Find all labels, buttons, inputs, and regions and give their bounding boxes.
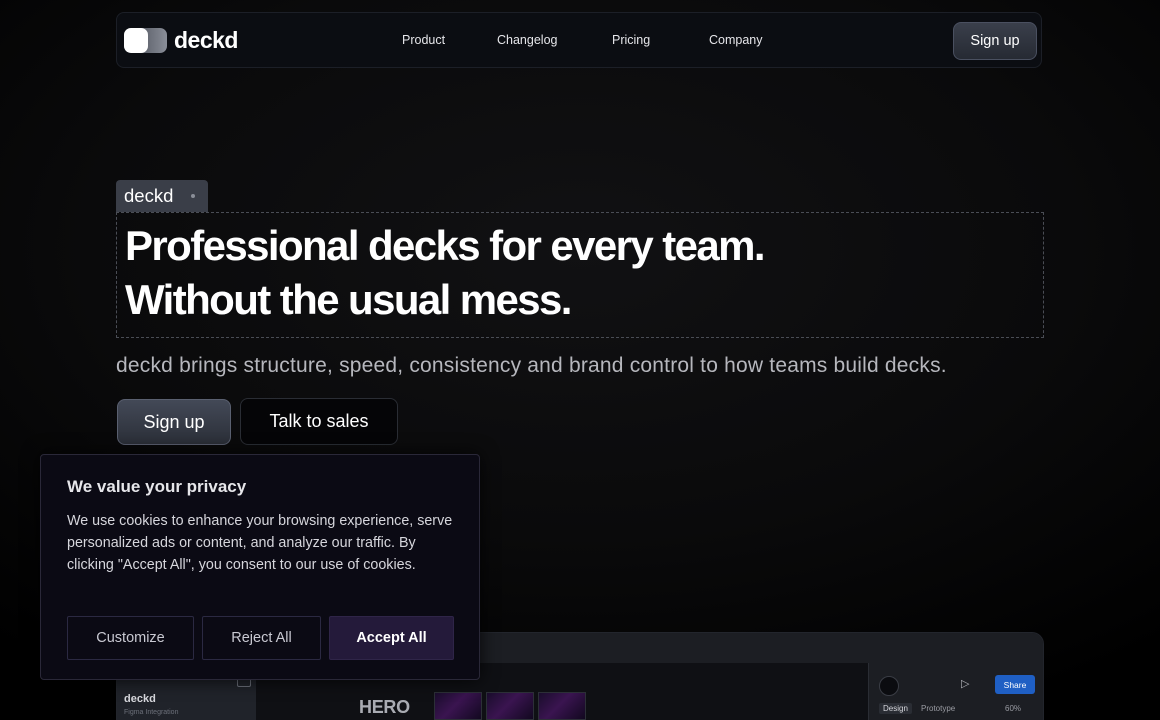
hero-subhead: deckd brings structure, speed, consisten… xyxy=(116,354,947,377)
preview-hero-label: HERO xyxy=(359,697,410,717)
talk-to-sales-button[interactable]: Talk to sales xyxy=(240,398,398,445)
nav-signup-button[interactable]: Sign up xyxy=(953,22,1037,60)
brand-logo[interactable]: deckd xyxy=(124,28,238,53)
headline-line-1: Professional decks for every team. xyxy=(125,222,766,269)
tab-design: Design xyxy=(879,703,912,714)
preview-share-button: Share xyxy=(995,675,1035,694)
tab-prototype: Prototype xyxy=(921,704,956,713)
preview-project-name: deckd xyxy=(124,693,156,705)
top-nav: deckd Product Changelog Pricing Company … xyxy=(116,12,1042,68)
toggle-logo-icon xyxy=(124,28,167,53)
nav-link-product[interactable]: Product xyxy=(402,33,445,47)
brand-name: deckd xyxy=(174,27,238,53)
cookie-body: We use cookies to enhance your browsing … xyxy=(67,513,453,573)
reject-all-button[interactable]: Reject All xyxy=(202,616,321,660)
play-icon: ▷ xyxy=(961,678,970,690)
nav-link-company[interactable]: Company xyxy=(709,33,763,47)
cookie-title: We value your privacy xyxy=(67,477,247,496)
preview-project-sub: Figma Integration xyxy=(124,709,179,716)
preview-properties-panel: ▷ Share Design Prototype 60% xyxy=(868,663,1043,720)
nav-link-pricing[interactable]: Pricing xyxy=(612,33,650,47)
zoom-level: 60% xyxy=(1005,704,1022,713)
slide-thumbnail xyxy=(486,692,534,720)
hero-signup-button[interactable]: Sign up xyxy=(117,399,231,445)
nav-link-changelog[interactable]: Changelog xyxy=(497,33,557,47)
hero-tag-label: deckd xyxy=(124,185,174,206)
slide-thumbnail xyxy=(434,692,482,720)
customize-button[interactable]: Customize xyxy=(67,616,194,660)
avatar xyxy=(879,676,899,696)
dot-icon xyxy=(191,194,196,198)
cookie-consent-dialog: We value your privacy We use cookies to … xyxy=(40,454,480,680)
hero-headline: Professional decks for every team. Witho… xyxy=(116,212,1044,338)
headline-line-2: Without the usual mess. xyxy=(125,276,572,323)
accept-all-button[interactable]: Accept All xyxy=(329,616,454,660)
hero-tag: deckd xyxy=(116,180,208,212)
slide-thumbnail xyxy=(538,692,586,720)
